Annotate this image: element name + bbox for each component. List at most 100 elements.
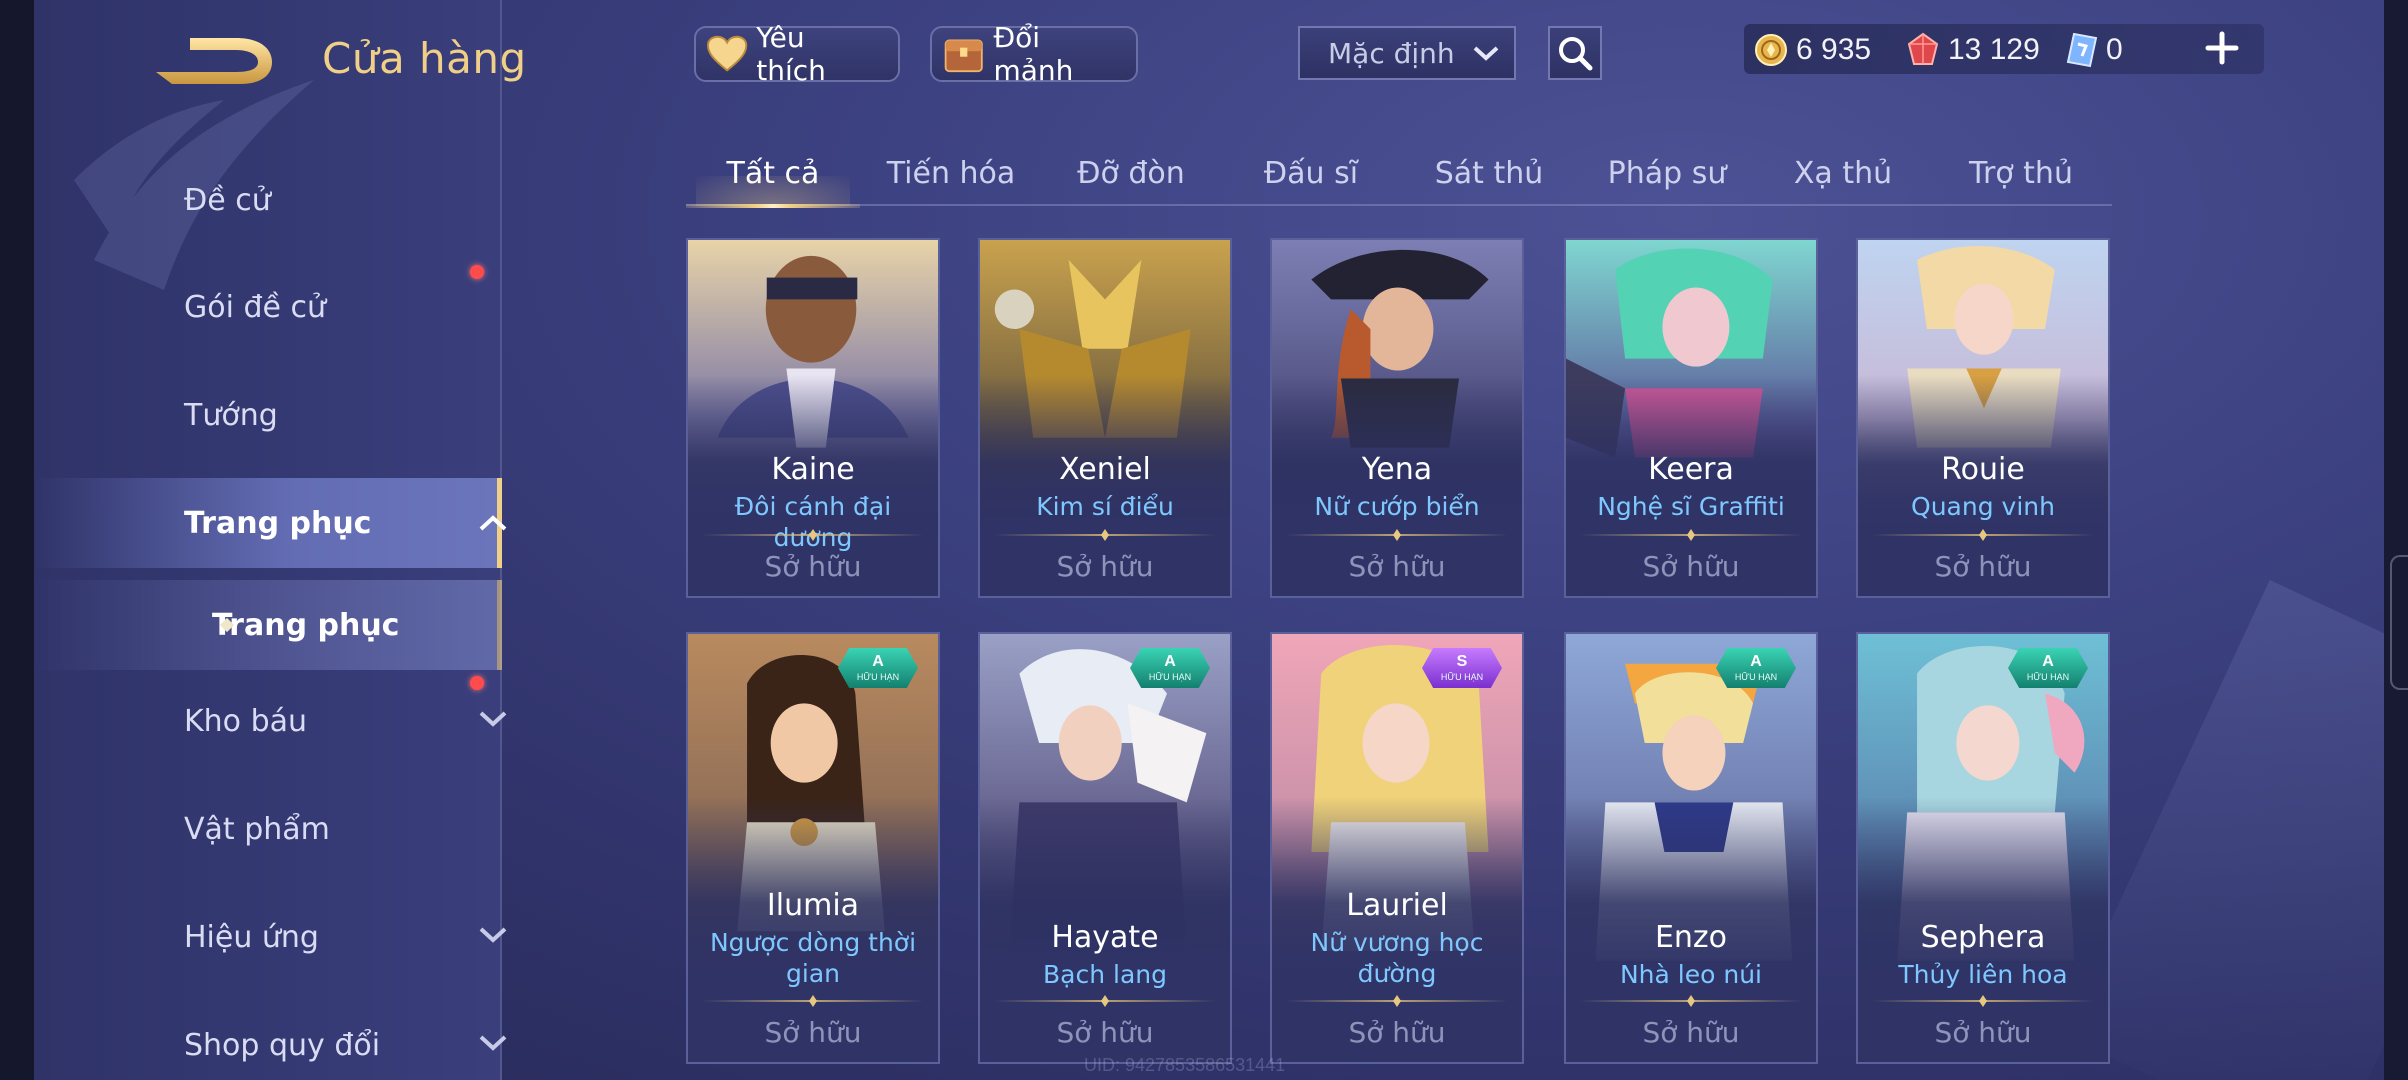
notification-dot	[470, 676, 484, 690]
tab-all[interactable]: Tất cả	[686, 140, 860, 208]
rank-letter: A	[1750, 653, 1762, 670]
favorites-button[interactable]: Yêu thích	[694, 21, 900, 87]
chevron-up-icon	[479, 515, 507, 531]
card-divider	[1872, 534, 2094, 536]
rank-badge: A HỮU HẠN	[1130, 648, 1210, 688]
search-button[interactable]	[1548, 26, 1602, 80]
skin-name: Nữ cướp biển	[1314, 492, 1480, 521]
card-divider	[702, 534, 924, 536]
card-divider	[1580, 534, 1802, 536]
skin-card[interactable]: Keera Nghệ sĩ Graffiti Sở hữu	[1564, 238, 1818, 598]
exchange-shards-button[interactable]: Đổi mảnh	[930, 21, 1138, 87]
voucher-amount: 13 129	[1948, 33, 2040, 66]
shard-chest-icon	[944, 39, 983, 73]
tab-fighter[interactable]: Đấu sĩ	[1224, 140, 1398, 206]
hero-name: Rouie	[1941, 452, 2025, 487]
hero-name: Sephera	[1920, 920, 2046, 955]
owned-status: Sở hữu	[1056, 550, 1154, 583]
owned-status: Sở hữu	[764, 1016, 862, 1049]
sort-dropdown[interactable]: Mặc định	[1298, 26, 1516, 80]
gold-balance: 6 935	[1754, 28, 1871, 72]
hero-name: Yena	[1361, 452, 1433, 487]
heart-icon	[706, 35, 748, 72]
hero-name: Hayate	[1051, 920, 1159, 955]
tab-evolving[interactable]: Tiến hóa	[864, 140, 1038, 206]
sidebar-item-label: Tướng	[184, 397, 278, 433]
skin-card[interactable]: A HỮU HẠN Ilumia Ngược dòng thời gian Sở…	[686, 632, 940, 1064]
favorites-label: Yêu thích	[756, 21, 826, 87]
skin-card[interactable]: A HỮU HẠN Hayate Bạch lang Sở hữu	[978, 632, 1232, 1064]
hero-name: Lauriel	[1346, 888, 1448, 923]
skin-card[interactable]: Yena Nữ cướp biển Sở hữu	[1270, 238, 1524, 598]
sidebar-item-exchange-shop[interactable]: Shop quy đổi	[34, 1000, 507, 1080]
screen-edge-left	[0, 0, 34, 1080]
chevron-down-icon	[479, 1035, 507, 1051]
rank-badge: A HỮU HẠN	[1716, 648, 1796, 688]
rank-label: HỮU HẠN	[2026, 672, 2070, 682]
skin-name: Nữ vương học đường	[1310, 928, 1484, 988]
sidebar-item-label: Trang phục	[212, 607, 400, 643]
skin-name: Đôi cánh đại dương	[734, 492, 892, 552]
tab-marksman[interactable]: Xạ thủ	[1756, 140, 1930, 206]
tab-assassin[interactable]: Sát thủ	[1402, 140, 1576, 206]
rank-label: HỮU HẠN	[856, 672, 900, 682]
card-divider	[1872, 1000, 2094, 1002]
hero-name: Xeniel	[1059, 452, 1151, 487]
sidebar-item-label: Trang phục	[184, 505, 372, 541]
rank-label: HỮU HẠN	[1440, 672, 1484, 682]
sidebar-item-skins[interactable]: Trang phục	[34, 478, 507, 568]
sidebar-item-heroes[interactable]: Tướng	[34, 370, 502, 460]
rank-letter: A	[2042, 653, 2054, 670]
plus-icon	[2205, 31, 2239, 65]
sidebar-item-effects[interactable]: Hiệu ứng	[34, 892, 507, 982]
add-currency-button[interactable]	[2204, 30, 2240, 66]
skin-card[interactable]: A HỮU HẠN Sephera Thủy liên hoa Sở hữu	[1856, 632, 2110, 1064]
rank-letter: A	[1164, 653, 1176, 670]
rank-badge: A HỮU HẠN	[838, 648, 918, 688]
skin-name: Kim sí điểu	[1036, 492, 1174, 521]
skin-name: Ngược dòng thời gian	[709, 928, 917, 988]
category-tabs: Tất cả Tiến hóa Đỡ đòn Đấu sĩ Sát thủ Ph…	[686, 140, 2112, 208]
skin-name: Quang vinh	[1911, 492, 2055, 521]
card-divider	[1580, 1000, 1802, 1002]
skin-name: Nhà leo núi	[1619, 960, 1763, 989]
rank-label: HỮU HẠN	[1148, 672, 1192, 682]
sidebar-item-treasure[interactable]: Kho báu	[34, 676, 507, 766]
skin-card[interactable]: Rouie Quang vinh Sở hữu	[1856, 238, 2110, 598]
side-scroll-handle[interactable]	[2390, 555, 2408, 690]
exchange-shards-label: Đổi mảnh	[993, 21, 1074, 87]
card-divider	[702, 1000, 924, 1002]
ticket-icon	[2066, 32, 2098, 68]
skin-name: Bạch lang	[1043, 960, 1167, 989]
card-divider	[994, 1000, 1216, 1002]
gold-amount: 6 935	[1796, 33, 1872, 66]
owned-status: Sở hữu	[1348, 550, 1446, 583]
sidebar-subitem-skins[interactable]: Trang phục	[34, 580, 502, 670]
owned-status: Sở hữu	[1056, 1016, 1154, 1049]
sidebar-item-label: Kho báu	[184, 703, 308, 739]
sidebar-item-items[interactable]: Vật phẩm	[34, 784, 502, 874]
owned-status: Sở hữu	[1642, 550, 1740, 583]
sidebar-item-recommended-packs[interactable]: Gói đề cử	[34, 262, 502, 352]
tab-tank[interactable]: Đỡ đòn	[1044, 140, 1218, 206]
tab-support[interactable]: Trợ thủ	[1934, 140, 2108, 206]
card-divider	[1286, 1000, 1508, 1002]
owned-status: Sở hữu	[1348, 1016, 1446, 1049]
skin-card[interactable]: S HỮU HẠN Lauriel Nữ vương học đường Sở …	[1270, 632, 1524, 1064]
rank-badge: A HỮU HẠN	[2008, 648, 2088, 688]
card-divider	[994, 534, 1216, 536]
owned-status: Sở hữu	[764, 550, 862, 583]
hero-name: Keera	[1648, 452, 1734, 487]
tab-mage[interactable]: Pháp sư	[1580, 140, 1754, 206]
skin-name: Nghệ sĩ Graffiti	[1597, 492, 1785, 521]
skin-card[interactable]: Kaine Đôi cánh đại dương Sở hữu	[686, 238, 940, 598]
sidebar-item-label: Đề cử	[184, 182, 271, 218]
back-arrow-icon	[156, 38, 272, 84]
back-button[interactable]	[150, 28, 280, 90]
rank-label: HỮU HẠN	[1734, 672, 1778, 682]
voucher-balance: 13 129	[1906, 28, 2040, 72]
skin-card[interactable]: A HỮU HẠN Enzo Nhà leo núi Sở hữu	[1564, 632, 1818, 1064]
sidebar-item-recommended[interactable]: Đề cử	[34, 155, 502, 245]
sidebar-item-label: Vật phẩm	[184, 811, 330, 847]
skin-card[interactable]: Xeniel Kim sí điểu Sở hữu	[978, 238, 1232, 598]
